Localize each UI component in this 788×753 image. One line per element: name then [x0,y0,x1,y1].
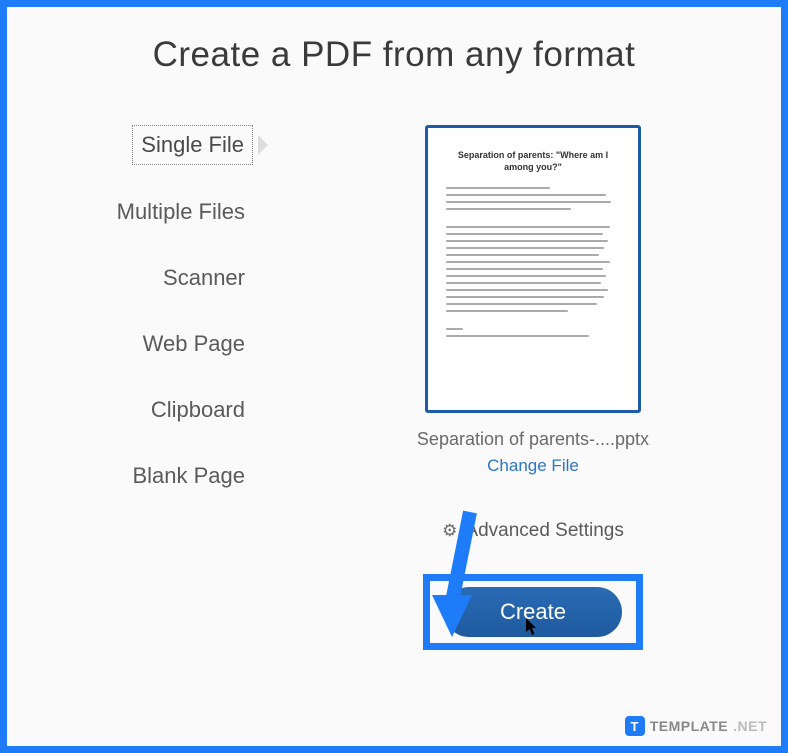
sidebar-item-clipboard[interactable]: Clipboard [143,391,253,429]
dialog-frame: Create a PDF from any format Single File… [0,0,788,753]
advanced-settings-label: Advanced Settings [465,520,623,542]
gear-icon: ⚙ [442,521,457,541]
watermark: T TEMPLATE .NET [625,716,767,736]
sidebar-item-single-file[interactable]: Single File [132,125,253,165]
watermark-badge: T [625,716,645,736]
preview-area: Separation of parents: "Where am I among… [273,125,781,650]
source-type-sidebar: Single File Multiple Files Scanner Web P… [75,125,273,650]
cursor-icon [526,618,540,641]
sidebar-item-web-page[interactable]: Web Page [135,325,253,363]
content-area: Single File Multiple Files Scanner Web P… [7,125,781,650]
watermark-brand: TEMPLATE [650,718,728,734]
watermark-domain: .NET [733,718,767,734]
sidebar-item-blank-page[interactable]: Blank Page [124,457,253,495]
doc-thumbnail-body [446,187,620,396]
change-file-link[interactable]: Change File [487,456,579,476]
create-button-highlight: Create [423,574,643,650]
create-button[interactable]: Create [444,587,622,637]
document-thumbnail[interactable]: Separation of parents: "Where am I among… [425,125,641,413]
sidebar-item-multiple-files[interactable]: Multiple Files [109,193,253,231]
sidebar-item-scanner[interactable]: Scanner [155,259,253,297]
advanced-settings-link[interactable]: ⚙ Advanced Settings [442,520,624,542]
doc-thumbnail-title: Separation of parents: "Where am I among… [446,150,620,173]
page-title: Create a PDF from any format [7,35,781,75]
selected-filename: Separation of parents-....pptx [417,429,649,450]
